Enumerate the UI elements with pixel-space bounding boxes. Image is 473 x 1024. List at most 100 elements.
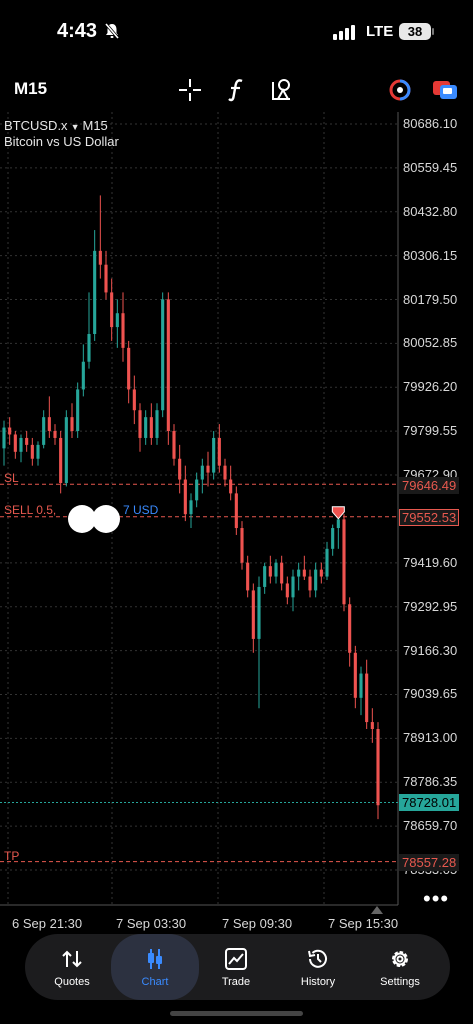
time-tick-label: 7 Sep 03:30 (116, 916, 187, 931)
candle-body (47, 417, 51, 432)
candle-body (212, 437, 216, 473)
time-tick-label: 6 Sep 21:30 (12, 916, 83, 931)
tab-trade[interactable]: Trade (197, 934, 275, 1000)
objects-icon[interactable] (270, 78, 294, 102)
order-label-suffix: 7 USD (122, 503, 159, 517)
chart-icon (148, 949, 162, 969)
candle-body (274, 562, 278, 577)
sl-line-label: SL (4, 471, 19, 485)
candle-body (115, 313, 119, 328)
tab-chart[interactable]: Chart (111, 934, 199, 1000)
price-tick-label: 79926.20 (403, 379, 458, 395)
candle-body (64, 417, 68, 483)
tab-label: Settings (380, 976, 420, 988)
trade-icon (225, 948, 247, 970)
price-tick-label: 79039.65 (403, 686, 458, 702)
candle-body (36, 444, 40, 459)
order-label-prefix: SELL 0.5, (4, 503, 57, 517)
candle-body (365, 673, 369, 723)
candle-body (342, 519, 346, 605)
price-tick-label: 78786.35 (403, 774, 458, 790)
candle-body (98, 250, 102, 265)
candle-body (19, 437, 23, 452)
candle-body (285, 583, 289, 598)
price-tick-label: 80052.85 (403, 335, 458, 351)
status-bar: 4:43 LTE 38 (0, 0, 473, 62)
candle-body (246, 562, 250, 591)
candle-body (297, 569, 301, 577)
candle-body (195, 479, 199, 501)
chart-symbol[interactable]: BTCUSD.x ▼ M15 (4, 118, 108, 133)
tab-label: Quotes (54, 976, 90, 988)
scroll-end-marker (371, 906, 383, 914)
candle-body (59, 437, 63, 483)
candle-body (234, 493, 238, 529)
history-icon (308, 949, 327, 968)
tab-quotes[interactable]: Quotes (33, 934, 111, 1000)
candle-body (2, 427, 6, 449)
more-options-icon[interactable]: ••• (423, 886, 449, 912)
symbol-timeframe: M15 (82, 118, 108, 133)
tab-history[interactable]: History (279, 934, 357, 1000)
sl-price-tag: 79646.49 (399, 477, 460, 494)
candle-body (121, 313, 125, 348)
candle-body (280, 562, 284, 584)
price-tick-label: 80179.50 (403, 291, 458, 307)
candle-body (223, 465, 227, 480)
bottom-tab-bar: Quotes Chart Trade History Settings (25, 934, 450, 1000)
candle-body (149, 417, 153, 438)
candle-body (302, 569, 306, 577)
price-tick-label: 80559.45 (403, 159, 458, 175)
candle-body (183, 479, 187, 515)
price-tick-label: 80432.80 (403, 203, 458, 219)
price-tick-label: 80686.10 (403, 116, 458, 131)
candle-body (127, 347, 131, 390)
candle-body (240, 528, 244, 563)
candle-body (263, 566, 267, 587)
candle-body (155, 410, 159, 438)
price-tick-label: 78659.70 (403, 818, 458, 834)
candle-body (217, 437, 221, 466)
dropdown-arrow-icon: ▼ (70, 122, 80, 132)
candle-body (172, 431, 176, 459)
price-tick-label: 79419.60 (403, 554, 458, 570)
candle-body (8, 427, 12, 435)
sell-arrow-icon (331, 506, 345, 520)
candle-body (166, 299, 170, 432)
symbol-description: Bitcoin vs US Dollar (4, 134, 119, 149)
function-icon[interactable] (226, 78, 246, 102)
network-type: LTE (366, 23, 394, 40)
candle-body (30, 444, 34, 459)
timeframe-button[interactable]: M15 (14, 79, 47, 99)
time-tick-label: 7 Sep 09:30 (222, 916, 293, 931)
signal-icon (333, 25, 355, 40)
chart-color-icon[interactable] (388, 78, 412, 102)
candle-body (336, 519, 340, 529)
switch-symbol-icon[interactable] (432, 79, 458, 101)
candle-body (138, 410, 142, 438)
candle-body (359, 673, 363, 698)
price-tick-label: 80306.15 (403, 247, 458, 263)
silent-bell-icon (104, 23, 120, 39)
tab-label: History (300, 976, 336, 988)
price-tick-label: 79292.95 (403, 598, 458, 614)
candle-body (110, 292, 114, 328)
candle-body (81, 361, 85, 390)
tab-label: Trade (221, 976, 251, 988)
candle-body (376, 728, 380, 806)
candle-body (189, 500, 193, 515)
tab-settings[interactable]: Settings (361, 934, 439, 1000)
tp-price-tag: 78557.28 (399, 854, 460, 871)
candle-body (87, 334, 91, 362)
crosshair-icon[interactable] (178, 78, 202, 102)
price-tick-label: 79799.55 (403, 423, 458, 439)
candle-body (291, 576, 295, 598)
quotes-icon (62, 950, 82, 968)
candle-body (178, 458, 182, 480)
candle-body (370, 722, 374, 729)
settings-icon (392, 951, 408, 967)
candle-body (314, 569, 318, 591)
candle-body (76, 389, 80, 432)
candle-body (70, 417, 74, 432)
price-tick-label: 79166.30 (403, 642, 458, 658)
